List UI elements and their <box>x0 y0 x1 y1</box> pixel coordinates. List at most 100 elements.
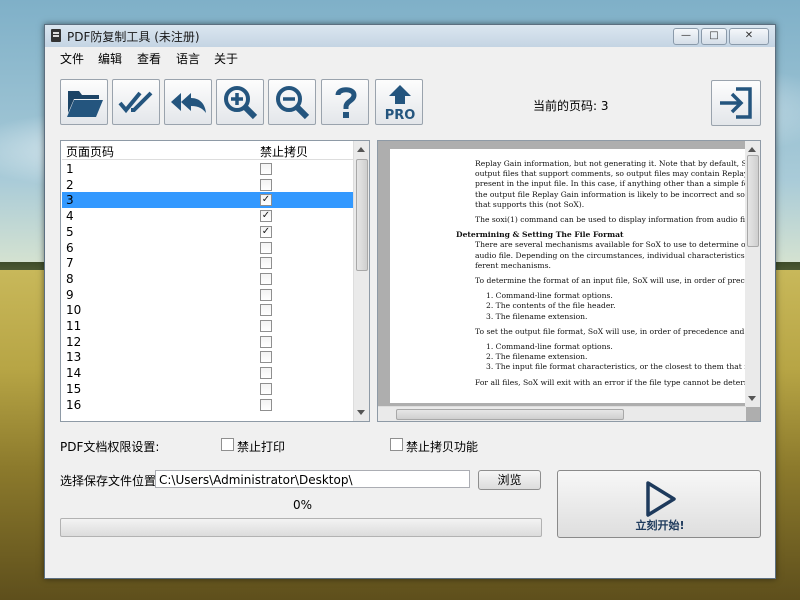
upgrade-pro-button[interactable]: PRO <box>375 79 423 125</box>
disable-print-checkbox[interactable] <box>221 438 234 451</box>
page-number-cell: 8 <box>66 271 74 286</box>
page-number-cell: 11 <box>66 319 82 333</box>
disable-copy-checkbox[interactable] <box>390 438 403 451</box>
undo-button[interactable] <box>164 79 212 125</box>
zoom-in-icon <box>224 86 258 120</box>
page-number-cell: 7 <box>66 256 74 271</box>
start-button-label: 立刻开始! <box>635 519 685 532</box>
disable-copy-label[interactable]: 禁止拷贝功能 <box>406 438 478 455</box>
pdf-text-line: the output file Replay Gain information … <box>475 189 750 199</box>
table-row[interactable]: 7 <box>62 255 355 271</box>
menu-view[interactable]: 查看 <box>137 50 161 67</box>
maximize-button[interactable]: □ <box>701 28 727 45</box>
scroll-up-arrow-icon[interactable] <box>357 147 365 152</box>
no-copy-checkbox[interactable] <box>260 163 272 175</box>
preview-scroll-up-icon[interactable] <box>748 147 756 152</box>
pdf-text-line: present in the input file. In this case,… <box>475 179 750 189</box>
pdf-text-line: To set the output file format, SoX will … <box>475 326 750 336</box>
app-window: PDF防复制工具 (未注册) — □ ✕ 文件 编辑 查看 语言 关于 PRO … <box>44 24 776 579</box>
title-bar[interactable]: PDF防复制工具 (未注册) — □ ✕ <box>45 25 775 48</box>
pdf-section-heading: Determining & Setting The File Format <box>456 230 624 240</box>
zoom-out-button[interactable] <box>268 79 316 125</box>
page-number-cell: 15 <box>66 381 82 396</box>
table-row[interactable]: 3 ✓ <box>62 192 355 209</box>
check-all-button[interactable] <box>112 79 160 125</box>
no-copy-checkbox[interactable] <box>260 241 272 254</box>
disable-print-label[interactable]: 禁止打印 <box>237 438 285 455</box>
no-copy-checkbox[interactable]: ✓ <box>260 194 272 207</box>
page-number-cell: 2 <box>66 177 74 192</box>
exit-icon <box>720 87 752 119</box>
no-copy-checkbox[interactable]: ✓ <box>260 225 272 238</box>
pdf-preview-panel[interactable]: Replay Gain information, but not generat… <box>377 140 761 422</box>
menu-language[interactable]: 语言 <box>176 50 200 67</box>
table-row[interactable]: 6 <box>62 240 355 256</box>
pdf-text-line: 1. Command-line format options. <box>486 291 613 301</box>
table-row[interactable]: 9 <box>62 287 355 303</box>
menu-edit[interactable]: 编辑 <box>98 50 122 67</box>
menu-about[interactable]: 关于 <box>214 50 238 67</box>
preview-vertical-scrollbar[interactable] <box>745 141 760 407</box>
no-copy-checkbox[interactable] <box>260 288 272 301</box>
column-header-page[interactable]: 页面页码 <box>66 143 114 160</box>
table-row[interactable]: 12 <box>62 334 355 350</box>
reply-all-icon <box>171 93 206 113</box>
no-copy-checkbox[interactable] <box>260 398 272 411</box>
no-copy-checkbox[interactable]: ✓ <box>260 210 272 223</box>
table-vertical-scrollbar[interactable] <box>353 141 369 421</box>
no-copy-checkbox[interactable] <box>260 178 272 191</box>
table-row[interactable]: 1 <box>62 161 355 177</box>
minimize-button[interactable]: — <box>673 28 699 45</box>
pro-upgrade-icon: PRO <box>385 85 415 121</box>
no-copy-checkbox[interactable] <box>260 351 272 364</box>
no-copy-checkbox[interactable] <box>260 257 272 270</box>
page-number-cell: 6 <box>66 240 74 255</box>
preview-scroll-thumb[interactable] <box>747 155 759 247</box>
page-number-cell: 12 <box>66 334 82 349</box>
pdf-text-line: 3. The input file format characteristics… <box>486 362 750 372</box>
preview-scroll-down-icon[interactable] <box>748 396 756 401</box>
pdf-text-line: 1. Command-line format options. <box>486 342 613 351</box>
exit-button[interactable] <box>711 80 761 126</box>
save-path-field[interactable]: C:\Users\Administrator\Desktop\ <box>155 470 470 488</box>
no-copy-checkbox[interactable] <box>260 382 272 395</box>
close-button[interactable]: ✕ <box>729 28 769 45</box>
page-number-cell: 3 <box>66 193 74 208</box>
table-row[interactable]: 5 ✓ <box>62 224 355 240</box>
zoom-in-button[interactable] <box>216 79 264 125</box>
table-row[interactable]: 4 ✓ <box>62 208 355 224</box>
scroll-thumb[interactable] <box>356 159 368 271</box>
save-location-label: 选择保存文件位置 <box>60 474 157 488</box>
pdf-text-line: 3. The filename extension. <box>486 311 588 321</box>
table-row[interactable]: 15 <box>62 381 355 397</box>
table-row[interactable]: 13 <box>62 349 355 365</box>
current-page-label: 当前的页码: 3 <box>533 99 609 113</box>
no-copy-checkbox[interactable] <box>260 272 272 285</box>
preview-horizontal-scrollbar[interactable] <box>378 406 746 421</box>
no-copy-checkbox[interactable] <box>260 320 272 332</box>
no-copy-checkbox[interactable] <box>260 335 272 348</box>
table-row[interactable]: 14 <box>62 365 355 381</box>
pdf-text-line: 2. The contents of the file header. <box>486 301 616 311</box>
table-row[interactable]: 2 <box>62 177 355 193</box>
pdf-text-line: The soxi(1) command can be used to displ… <box>475 215 750 224</box>
open-folder-button[interactable] <box>60 79 108 125</box>
help-button[interactable] <box>321 79 369 125</box>
start-button[interactable]: 立刻开始! <box>557 470 761 538</box>
pdf-text-line: To determine the format of an input file… <box>475 276 750 285</box>
no-copy-checkbox[interactable] <box>260 367 272 380</box>
menu-file[interactable]: 文件 <box>60 50 84 67</box>
scroll-down-arrow-icon[interactable] <box>357 410 365 415</box>
progress-percent: 0% <box>293 498 313 512</box>
no-copy-checkbox[interactable] <box>260 304 272 317</box>
browse-button[interactable]: 浏览 <box>478 470 541 490</box>
column-header-no-copy[interactable]: 禁止拷贝 <box>260 143 308 160</box>
app-icon <box>51 29 61 42</box>
preview-horizontal-thumb[interactable] <box>396 409 624 420</box>
table-row[interactable]: 16 <box>62 397 355 413</box>
table-row[interactable]: 11 <box>62 318 355 334</box>
double-check-icon <box>118 91 153 114</box>
table-row[interactable]: 10 <box>62 302 355 318</box>
question-icon <box>335 87 357 118</box>
table-row[interactable]: 8 <box>62 271 355 287</box>
